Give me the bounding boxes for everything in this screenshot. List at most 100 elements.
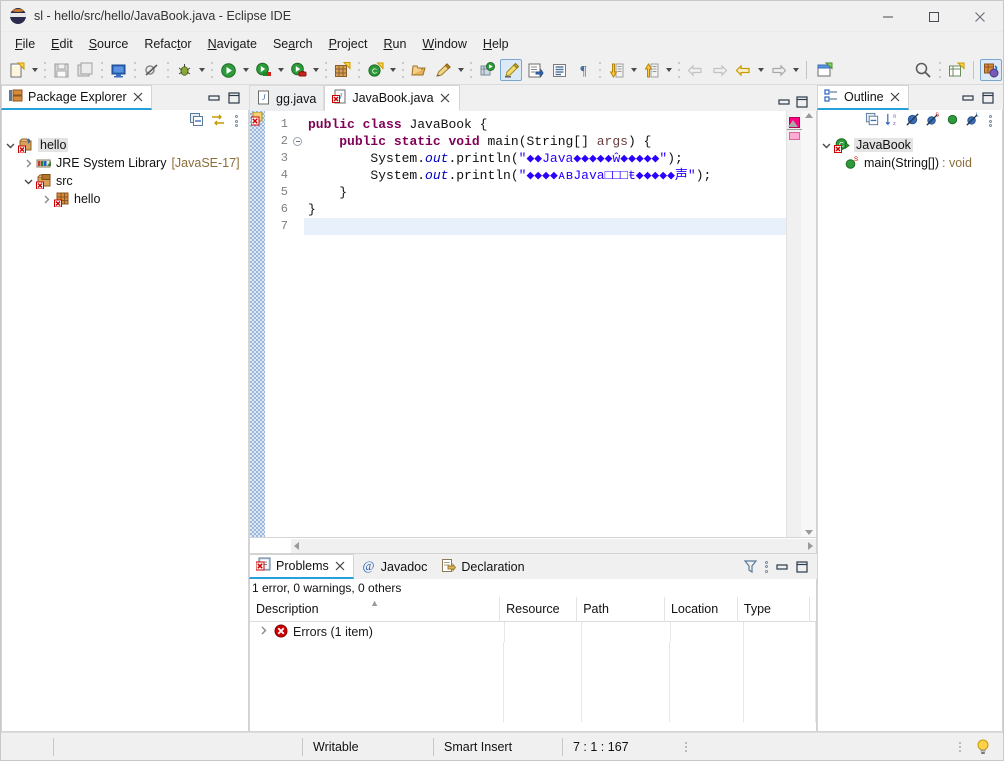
editor-horizontal-scrollbar[interactable] bbox=[249, 538, 817, 554]
column-header-description[interactable]: ▲ Description bbox=[250, 596, 501, 622]
next-annotation-icon[interactable] bbox=[605, 59, 627, 81]
previous-annotation-icon[interactable] bbox=[640, 59, 662, 81]
tree-node-jre-system-library[interactable]: JRE System Library [JavaSE-17] bbox=[2, 154, 248, 172]
search-type-icon[interactable] bbox=[476, 59, 498, 81]
maximize-icon[interactable] bbox=[979, 89, 997, 107]
maximize-window-button[interactable] bbox=[911, 1, 957, 32]
close-icon[interactable] bbox=[439, 92, 452, 105]
coverage-icon[interactable] bbox=[252, 59, 274, 81]
tree-node-hello-package[interactable]: hello bbox=[2, 190, 248, 208]
new-java-project-icon[interactable] bbox=[331, 59, 353, 81]
hscroll-track[interactable] bbox=[291, 538, 816, 553]
save-all-icon[interactable] bbox=[74, 59, 96, 81]
hide-nonpublic-icon[interactable] bbox=[945, 112, 960, 130]
collapse-all-icon[interactable] bbox=[189, 112, 205, 131]
previous-annotation-dropdown-arrow[interactable] bbox=[663, 59, 674, 81]
search-icon[interactable] bbox=[912, 59, 934, 81]
scroll-left-arrow-icon[interactable] bbox=[294, 541, 299, 550]
menu-run[interactable]: Run bbox=[375, 34, 414, 54]
cell-description[interactable]: Errors (1 item) bbox=[250, 622, 505, 642]
chevron-down-icon[interactable] bbox=[20, 173, 36, 189]
new-file-dropdown-arrow[interactable] bbox=[29, 59, 40, 81]
menu-refactor[interactable]: Refactor bbox=[136, 34, 199, 54]
tab-outline[interactable]: Outline bbox=[817, 85, 909, 110]
skip-breakpoints-icon[interactable] bbox=[140, 59, 162, 81]
external-tools-icon[interactable] bbox=[287, 59, 309, 81]
table-row[interactable] bbox=[250, 642, 816, 662]
collapse-all-icon[interactable] bbox=[865, 112, 880, 130]
menu-search[interactable]: Search bbox=[265, 34, 321, 54]
scroll-right-arrow-icon[interactable] bbox=[808, 541, 813, 550]
column-header-path[interactable]: Path bbox=[577, 596, 665, 622]
chevron-right-icon[interactable] bbox=[38, 191, 54, 207]
view-menu-icon[interactable] bbox=[231, 113, 241, 129]
chevron-right-icon[interactable] bbox=[20, 155, 36, 171]
table-row[interactable] bbox=[250, 682, 816, 702]
save-icon[interactable] bbox=[50, 59, 72, 81]
chevron-down-icon[interactable] bbox=[818, 137, 834, 153]
error-marker-icon[interactable] bbox=[250, 111, 265, 126]
outline-node-main-method[interactable]: S main(String[]) : void bbox=[818, 154, 1002, 172]
filter-funnel-icon[interactable] bbox=[741, 558, 759, 576]
run-play-icon[interactable] bbox=[217, 59, 239, 81]
annotation-ruler[interactable] bbox=[250, 111, 265, 537]
overview-occurrence-marker[interactable] bbox=[789, 132, 800, 140]
new-class-dropdown-arrow[interactable] bbox=[387, 59, 398, 81]
tree-node-src[interactable]: src bbox=[2, 172, 248, 190]
folding-ruler[interactable] bbox=[291, 111, 304, 537]
block-selection-icon[interactable] bbox=[548, 59, 570, 81]
minimize-icon[interactable] bbox=[959, 89, 977, 107]
column-header-type[interactable]: Type bbox=[738, 596, 810, 622]
status-tip-button[interactable] bbox=[965, 733, 1003, 761]
outline-node-javabook[interactable]: C JavaBook bbox=[818, 136, 1002, 154]
java-perspective-icon[interactable] bbox=[980, 59, 1002, 81]
console-icon[interactable] bbox=[107, 59, 129, 81]
back-dropdown-arrow[interactable] bbox=[755, 59, 766, 81]
editor-tab-javabook[interactable]: J JavaBook.java bbox=[324, 85, 460, 111]
tab-problems[interactable]: Problems bbox=[249, 554, 354, 579]
highlighter-icon[interactable] bbox=[500, 59, 522, 81]
tab-javadoc[interactable]: @ Javadoc bbox=[353, 554, 435, 579]
close-icon[interactable] bbox=[132, 91, 145, 104]
fold-slot[interactable] bbox=[291, 133, 304, 150]
overview-collapse-arrow[interactable] bbox=[787, 117, 799, 127]
menu-navigate[interactable]: Navigate bbox=[200, 34, 265, 54]
maximize-icon[interactable] bbox=[225, 89, 243, 107]
close-window-button[interactable] bbox=[957, 1, 1003, 32]
minimize-icon[interactable] bbox=[205, 89, 223, 107]
scroll-up-arrow-icon[interactable] bbox=[804, 113, 813, 118]
new-window-icon[interactable] bbox=[813, 59, 835, 81]
menu-file[interactable]: File bbox=[7, 34, 43, 54]
overview-ruler[interactable] bbox=[786, 111, 802, 537]
menu-source[interactable]: Source bbox=[81, 34, 137, 54]
debug-dropdown-arrow[interactable] bbox=[196, 59, 207, 81]
table-row[interactable] bbox=[250, 662, 816, 682]
table-row[interactable]: Errors (1 item) bbox=[250, 622, 816, 642]
hide-local-types-icon[interactable]: L bbox=[965, 112, 980, 130]
menu-edit[interactable]: Edit bbox=[43, 34, 81, 54]
tree-node-hello-project[interactable]: hello bbox=[2, 136, 248, 154]
external-tools-dropdown-arrow[interactable] bbox=[310, 59, 321, 81]
open-type-icon[interactable] bbox=[408, 59, 430, 81]
status-insert-mode[interactable]: Smart Insert bbox=[434, 733, 562, 761]
open-perspective-icon[interactable] bbox=[945, 59, 967, 81]
close-icon[interactable] bbox=[334, 560, 347, 573]
tab-declaration[interactable]: Declaration bbox=[434, 554, 532, 579]
scroll-down-arrow-icon[interactable] bbox=[804, 530, 813, 535]
column-header-extra[interactable] bbox=[810, 597, 816, 622]
new-file-icon[interactable] bbox=[6, 59, 28, 81]
link-editor-icon[interactable] bbox=[210, 112, 226, 131]
code-editor[interactable]: public class JavaBook { public static vo… bbox=[304, 111, 786, 537]
column-header-location[interactable]: Location bbox=[665, 596, 738, 622]
chevron-down-icon[interactable] bbox=[2, 137, 18, 153]
grip-icon[interactable] bbox=[681, 739, 691, 755]
forward-arrow-icon[interactable] bbox=[767, 59, 789, 81]
chevron-right-icon[interactable] bbox=[258, 625, 269, 639]
next-annotation-dropdown-arrow[interactable] bbox=[628, 59, 639, 81]
view-menu-icon[interactable] bbox=[985, 113, 995, 129]
maximize-icon[interactable] bbox=[793, 93, 811, 111]
editor-tab-gg[interactable]: J gg.java bbox=[249, 85, 325, 111]
back-arrow-icon[interactable] bbox=[732, 59, 754, 81]
hide-static-icon[interactable]: S bbox=[925, 112, 940, 130]
run-dropdown-arrow[interactable] bbox=[240, 59, 251, 81]
